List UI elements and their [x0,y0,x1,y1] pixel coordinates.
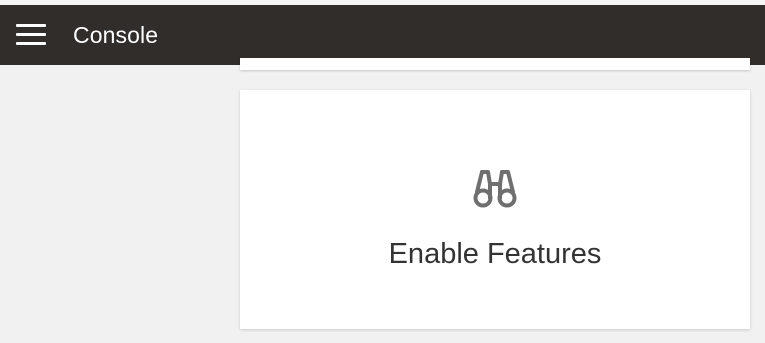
app-title: Console [73,22,159,48]
enable-features-label: Enable Features [388,238,602,270]
hamburger-menu-button[interactable] [14,21,48,49]
binoculars-icon [473,170,517,208]
enable-features-card[interactable]: Enable Features [240,90,750,329]
hamburger-menu-icon-bar [16,33,46,36]
app-header: Console [0,5,765,65]
hamburger-menu-icon-bar [16,42,46,45]
previous-card [240,58,750,70]
hamburger-menu-icon [16,24,46,27]
